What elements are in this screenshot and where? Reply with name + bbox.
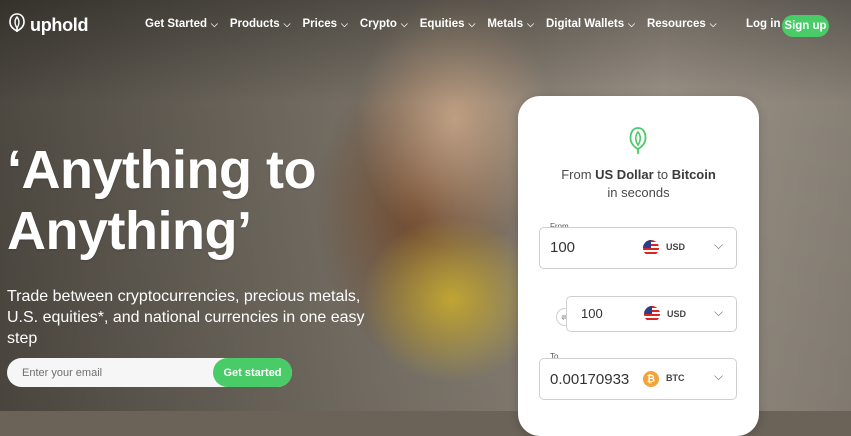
title-prefix: From	[561, 167, 596, 182]
main-menu: Get Started ⌵ Products ⌵ Prices ⌵ Crypto ⌵ E…	[145, 18, 729, 30]
from-amount: 100	[550, 239, 576, 256]
brand-logo[interactable]: uphold	[8, 13, 88, 38]
brand-name: uphold	[30, 15, 89, 35]
menu-label: Digital Wallets	[545, 18, 625, 30]
title-mid: to	[653, 167, 672, 182]
intermediate-amount-field[interactable]: 100 USD ⌵	[566, 296, 737, 332]
chevron-down-icon: ⌵	[400, 18, 408, 29]
chevron-down-icon: ⌵	[628, 18, 635, 29]
hero-subtext: Trade between cryptocurrencies, precious…	[7, 288, 365, 347]
chevron-down-icon[interactable]: ⌵	[714, 238, 723, 253]
menu-digital-wallets[interactable]: Digital Wallets ⌵	[546, 18, 635, 30]
chevron-down-icon: ⌵	[341, 18, 348, 29]
chevron-down-icon: ⌵	[709, 18, 717, 29]
uphold-logo-icon	[8, 13, 26, 38]
hero-headline: ‘Anything to Anything’	[7, 140, 316, 262]
headline-line-2: Anything’	[7, 201, 252, 261]
menu-get-started[interactable]: Get Started ⌵	[145, 18, 218, 30]
top-navigation: uphold Get Started ⌵ Products ⌵ Prices ⌵ Cr…	[0, 0, 851, 52]
chevron-down-icon[interactable]: ⌵	[714, 305, 723, 320]
chevron-down-icon: ⌵	[283, 18, 291, 29]
menu-prices[interactable]: Prices ⌵	[303, 18, 348, 30]
bitcoin-icon: ₿	[643, 371, 659, 387]
from-amount-field[interactable]: 100 USD ⌵	[539, 227, 737, 269]
conversion-widget: From US Dollar to Bitcoin in seconds Fro…	[518, 96, 759, 436]
menu-label: Equities	[419, 18, 465, 30]
menu-products[interactable]: Products ⌵	[230, 18, 291, 30]
headline-line-1: ‘Anything to	[7, 140, 316, 200]
menu-equities[interactable]: Equities ⌵	[420, 18, 476, 30]
menu-metals[interactable]: Metals ⌵	[487, 18, 534, 30]
chevron-down-icon: ⌵	[527, 18, 534, 29]
login-link[interactable]: Log in	[746, 18, 781, 30]
to-amount-field[interactable]: 0.00170933 ₿ BTC ⌵	[539, 358, 737, 400]
signup-button[interactable]: Sign up	[782, 15, 829, 37]
widget-title: From US Dollar to Bitcoin in seconds	[518, 166, 759, 202]
from-currency-code: USD	[666, 242, 686, 252]
title-suffix: in seconds	[607, 185, 670, 200]
get-started-button[interactable]: Get started	[213, 358, 292, 387]
chevron-down-icon: ⌵	[211, 18, 218, 29]
menu-label: Products	[229, 18, 280, 30]
us-flag-icon	[644, 306, 660, 322]
chevron-down-icon: ⌵	[468, 18, 476, 29]
us-flag-icon	[643, 240, 659, 256]
to-currency-code: BTC	[666, 373, 685, 383]
menu-label: Metals	[487, 18, 524, 30]
menu-label: Resources	[646, 18, 706, 30]
menu-label: Crypto	[359, 18, 397, 30]
menu-label: Get Started	[145, 18, 207, 30]
chevron-down-icon[interactable]: ⌵	[714, 369, 723, 384]
intermediate-amount: 100	[581, 306, 603, 321]
email-input[interactable]	[7, 358, 207, 387]
from-currency-name: US Dollar	[595, 167, 654, 182]
menu-resources[interactable]: Resources ⌵	[647, 18, 717, 30]
email-signup-form: Get started	[7, 358, 292, 387]
menu-label: Prices	[302, 18, 338, 30]
uphold-logo-icon	[628, 126, 648, 161]
intermediate-currency-code: USD	[667, 309, 687, 319]
menu-crypto[interactable]: Crypto ⌵	[360, 18, 408, 30]
to-amount: 0.00170933	[550, 371, 630, 388]
to-currency-name: Bitcoin	[671, 167, 716, 182]
